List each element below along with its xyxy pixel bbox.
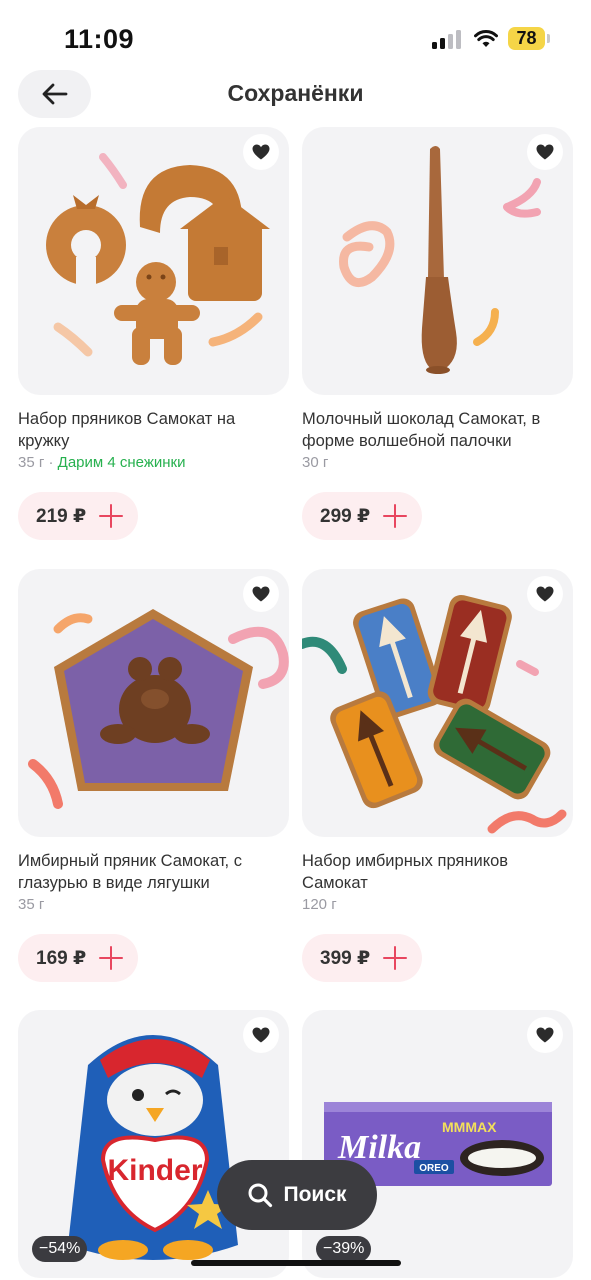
product-image[interactable]: Kinder −54% — [18, 1010, 289, 1278]
favorite-button[interactable] — [243, 134, 279, 170]
add-to-cart-button[interactable]: 219 ₽ — [18, 492, 138, 540]
wifi-icon — [474, 28, 498, 48]
gingerbread-image — [46, 153, 270, 365]
product-image[interactable] — [18, 127, 289, 395]
product-title: Набор имбирных пряников Самокат — [302, 852, 509, 892]
favorite-button[interactable] — [527, 134, 563, 170]
signal-icon — [432, 30, 462, 49]
chocolate-wand-image — [339, 146, 541, 374]
add-to-cart-button[interactable]: 299 ₽ — [302, 492, 422, 540]
plus-icon — [382, 503, 408, 529]
product-meta: 35 г · Дарим 4 снежинки — [18, 454, 186, 471]
search-button[interactable]: Поиск — [217, 1160, 377, 1230]
page-title: Сохранёнки — [227, 80, 364, 106]
promo-label: Дарим 4 снежинки — [57, 454, 186, 471]
plus-icon — [98, 503, 124, 529]
add-to-cart-button[interactable]: 399 ₽ — [302, 934, 422, 982]
product-title: Молочный шоколад Самокат, в форме волшеб… — [302, 410, 541, 450]
product-price: 169 ₽ — [36, 947, 87, 969]
product-card[interactable]: Набор пряников Самокат на кружку 35 г · … — [18, 127, 289, 540]
product-image[interactable] — [18, 569, 289, 837]
discount-badge: −54% — [32, 1236, 88, 1262]
heart-icon — [536, 144, 554, 160]
kinder-logo-text: Kinder — [107, 1154, 202, 1187]
favorite-button[interactable] — [243, 576, 279, 612]
product-meta: 35 г — [18, 895, 289, 915]
product-meta: 120 г — [302, 895, 573, 915]
status-bar: 11:09 78 — [0, 0, 591, 70]
product-price: 299 ₽ — [320, 505, 371, 527]
product-price: 399 ₽ — [320, 947, 371, 969]
product-card[interactable]: Kinder −54% — [18, 1010, 289, 1278]
home-indicator — [191, 1260, 401, 1266]
broom-gingerbread-image — [302, 594, 567, 834]
frog-gingerbread-image — [28, 609, 289, 809]
search-icon — [248, 1183, 273, 1208]
favorite-button[interactable] — [527, 576, 563, 612]
product-card[interactable]: Имбирный пряник Самокат, с глазурью в ви… — [18, 569, 289, 982]
heart-icon — [252, 1027, 270, 1043]
heart-icon — [252, 586, 270, 602]
product-price: 219 ₽ — [36, 505, 87, 527]
battery-level: 78 — [516, 28, 537, 48]
product-weight: 35 г — [18, 896, 45, 913]
battery-icon: 78 — [508, 27, 550, 50]
mmmax-text: MMMAX — [442, 1119, 497, 1135]
product-card[interactable]: Набор имбирных пряников Самокат 120 г 39… — [302, 569, 573, 982]
heart-icon — [252, 144, 270, 160]
product-title: Набор пряников Самокат на кружку — [18, 410, 236, 450]
plus-icon — [382, 945, 408, 971]
heart-icon — [536, 1027, 554, 1043]
heart-icon — [536, 586, 554, 602]
search-label: Поиск — [283, 1183, 347, 1206]
add-to-cart-button[interactable]: 169 ₽ — [18, 934, 138, 982]
discount-badge: −39% — [316, 1236, 372, 1262]
favorite-button[interactable] — [527, 1017, 563, 1053]
product-image[interactable]: Milka MMMAX OREO −39% — [302, 1010, 573, 1278]
product-weight: 120 г — [302, 896, 337, 913]
status-time: 11:09 — [64, 24, 135, 54]
product-weight: 30 г — [302, 454, 329, 471]
plus-icon — [98, 945, 124, 971]
oreo-text: OREO — [419, 1163, 449, 1174]
product-title: Имбирный пряник Самокат, с глазурью в ви… — [18, 852, 242, 892]
product-weight: 35 г — [18, 454, 45, 471]
product-meta: 30 г — [302, 453, 573, 473]
product-card[interactable]: Молочный шоколад Самокат, в форме волшеб… — [302, 127, 573, 540]
favorite-button[interactable] — [243, 1017, 279, 1053]
product-image[interactable] — [302, 569, 573, 837]
product-image[interactable] — [302, 127, 573, 395]
product-card[interactable]: Milka MMMAX OREO −39% — [302, 1010, 573, 1278]
